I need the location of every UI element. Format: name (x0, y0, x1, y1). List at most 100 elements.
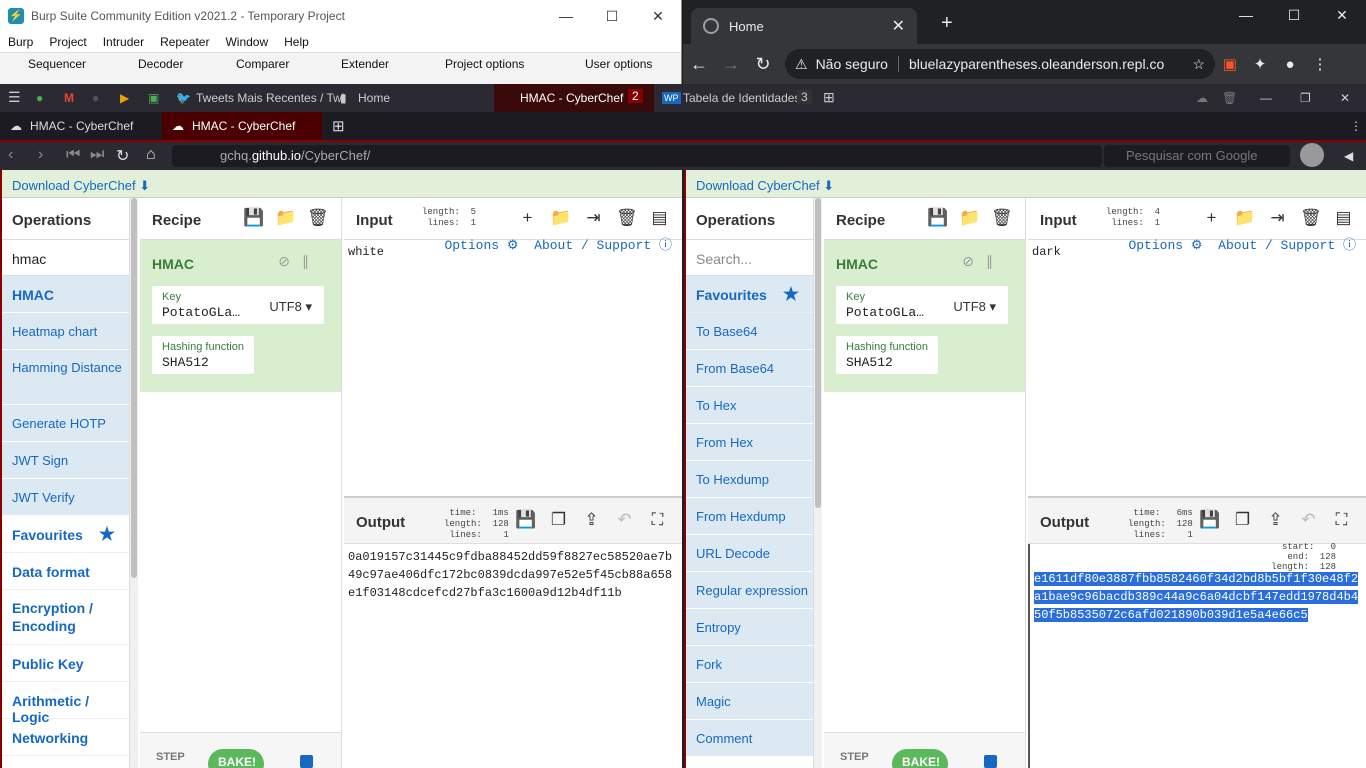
cat-public-key[interactable]: Public Key (2, 645, 129, 682)
avatar[interactable] (1300, 143, 1324, 167)
twitter-icon[interactable]: 🐦 (176, 91, 191, 105)
github-icon[interactable]: ● (92, 91, 99, 105)
add-icon[interactable]: + (517, 208, 538, 228)
close-icon[interactable]: ✕ (1340, 91, 1350, 105)
about-link[interactable]: About / Support (534, 238, 651, 253)
fullscreen-icon[interactable]: ⛶ (1331, 510, 1352, 530)
menu-burp[interactable]: Burp (0, 35, 41, 49)
op-fork[interactable]: Fork (686, 646, 813, 683)
chrome-omnibox[interactable]: ⚠ Não seguro bluelazyparentheses.oleande… (785, 49, 1215, 79)
gmail-icon[interactable]: M (64, 91, 74, 105)
add-icon[interactable]: + (1201, 208, 1222, 228)
collapse-icon[interactable]: ◀ (1344, 149, 1353, 163)
download-cyberchef-link[interactable]: Download CyberChef ⬇ (686, 170, 1366, 198)
output-area[interactable]: start: 0 end: 128 length: 128 e1611df80e… (1028, 542, 1366, 768)
op-hamming-distance[interactable]: Hamming Distance (2, 350, 129, 405)
maximize-icon[interactable]: ☐ (589, 8, 635, 25)
op-entropy[interactable]: Entropy (686, 609, 813, 646)
save-icon[interactable]: 💾 (515, 510, 536, 530)
back-icon[interactable]: ← (683, 54, 715, 75)
overflow-dots-icon[interactable]: ⋮ (1340, 112, 1366, 140)
firefox-search-box[interactable]: Pesquisar com Google (1104, 145, 1290, 167)
close-icon[interactable]: ✕ (635, 8, 681, 25)
puzzle-icon[interactable]: ✦ (1245, 55, 1275, 73)
tab-project-options[interactable]: Project options (445, 57, 524, 71)
disable-pause-icons[interactable]: ⊘∥ (278, 253, 321, 270)
key-field[interactable]: Key PotatoGLa… UTF8 ▾ (836, 286, 1008, 324)
import-icon[interactable]: ⇥ (583, 208, 604, 228)
menu-help[interactable]: Help (276, 35, 317, 49)
new-tab-icon[interactable]: ⊞ (322, 112, 355, 140)
op-to-base64[interactable]: To Base64 (686, 313, 813, 350)
trash-icon[interactable]: 🗑 (1222, 91, 1237, 105)
tab-hmac-cyberchef-1[interactable]: ☁ HMAC - CyberChef (0, 112, 160, 140)
gear-icon[interactable]: ⚙ (507, 238, 519, 253)
output-text[interactable]: e1611df80e3887fbb8582460f34d2bd8b5bf1f30… (1034, 572, 1359, 622)
undo-icon[interactable]: ↶ (614, 510, 635, 530)
folder-icon[interactable]: 📁 (550, 208, 571, 228)
op-jwt-verify[interactable]: JWT Verify (2, 479, 129, 516)
tab-decoder[interactable]: Decoder (138, 57, 183, 71)
about-link[interactable]: About / Support (1218, 238, 1335, 253)
cloud-icon[interactable]: ☁ (1196, 91, 1208, 105)
op-to-hexdump[interactable]: To Hexdump (686, 461, 813, 498)
hamburger-icon[interactable]: ☰ (8, 89, 21, 106)
tab-user-options[interactable]: User options (585, 57, 652, 71)
options-link[interactable]: Options (1128, 238, 1183, 253)
undo-icon[interactable]: ↶ (1298, 510, 1319, 530)
top-tab-cyberchef[interactable]: HMAC - CyberChef 2 (494, 84, 654, 112)
cat-data-format[interactable]: Data format (2, 553, 129, 590)
replace-input-icon[interactable]: ⇪ (1265, 510, 1286, 530)
gear-icon[interactable]: ⚙ (1191, 238, 1203, 253)
first-icon[interactable]: ⏮ (66, 146, 80, 164)
trash-icon[interactable]: 🗑 (991, 208, 1013, 228)
minimize-icon[interactable]: — (543, 8, 589, 25)
key-encoding-dropdown[interactable]: UTF8 ▾ (269, 299, 312, 315)
chrome-tab-home[interactable]: Home ✕ (691, 8, 917, 44)
maximize-icon[interactable]: ☐ (1270, 0, 1318, 30)
menu-dots-icon[interactable]: ⋮ (1305, 55, 1335, 73)
options-link[interactable]: Options (444, 238, 499, 253)
trash-icon[interactable]: 🗑 (616, 208, 638, 228)
menu-project[interactable]: Project (41, 35, 94, 49)
operations-search-input[interactable]: hmac (2, 240, 129, 276)
cat-favourites[interactable]: Favourites ★ (686, 276, 813, 313)
input-textarea[interactable]: white Options ⚙ About / Support ⓘ (344, 238, 682, 496)
op-jwt-sign[interactable]: JWT Sign (2, 442, 129, 479)
op-magic[interactable]: Magic (686, 683, 813, 720)
save-icon[interactable]: 💾 (243, 208, 264, 228)
info-icon[interactable]: ⓘ (659, 238, 672, 253)
bookmark-icon[interactable]: ▶ (120, 91, 129, 105)
output-text[interactable]: 0a019157c31445c9fdba88452dd59f8827ec5852… (344, 544, 682, 768)
bookmark-home[interactable]: Home (358, 91, 390, 105)
hashing-function-field[interactable]: Hashing function SHA512 (152, 336, 254, 374)
minimize-icon[interactable]: — (1222, 0, 1270, 30)
home-icon[interactable]: ⌂ (146, 146, 156, 164)
op-regular-expression[interactable]: Regular expression (686, 572, 813, 609)
op-from-hex[interactable]: From Hex (686, 424, 813, 461)
scrollbar[interactable] (814, 198, 822, 768)
extension-brave-icon[interactable]: ▣ (1215, 55, 1245, 73)
top-tab-tabela[interactable]: Tabela de Identidades (683, 91, 800, 105)
download-cyberchef-link[interactable]: Download CyberChef ⬇ (2, 170, 682, 198)
menu-intruder[interactable]: Intruder (95, 35, 152, 49)
key-field[interactable]: Key PotatoGLa… UTF8 ▾ (152, 286, 324, 324)
close-tab-icon[interactable]: ✕ (892, 16, 905, 36)
menu-repeater[interactable]: Repeater (152, 35, 217, 49)
tab-sequencer[interactable]: Sequencer (28, 57, 86, 71)
op-hmac[interactable]: HMAC (2, 276, 129, 313)
save-icon[interactable]: 💾 (927, 208, 948, 228)
folder-icon[interactable]: 📁 (1234, 208, 1255, 228)
info-icon[interactable]: ⓘ (1343, 238, 1356, 253)
back-icon[interactable]: ‹ (8, 146, 13, 164)
new-tab-icon[interactable]: ⊞ (823, 89, 835, 106)
disable-pause-icons[interactable]: ⊘∥ (962, 253, 1005, 270)
close-icon[interactable]: ✕ (1318, 0, 1366, 30)
menu-window[interactable]: Window (217, 35, 276, 49)
hashing-function-field[interactable]: Hashing function SHA512 (836, 336, 938, 374)
scrollbar[interactable] (130, 198, 138, 768)
copy-icon[interactable]: ❐ (548, 510, 569, 530)
layout-icon[interactable]: ▤ (1333, 208, 1354, 228)
forward-icon[interactable]: › (38, 146, 43, 164)
layout-icon[interactable]: ▤ (649, 208, 670, 228)
